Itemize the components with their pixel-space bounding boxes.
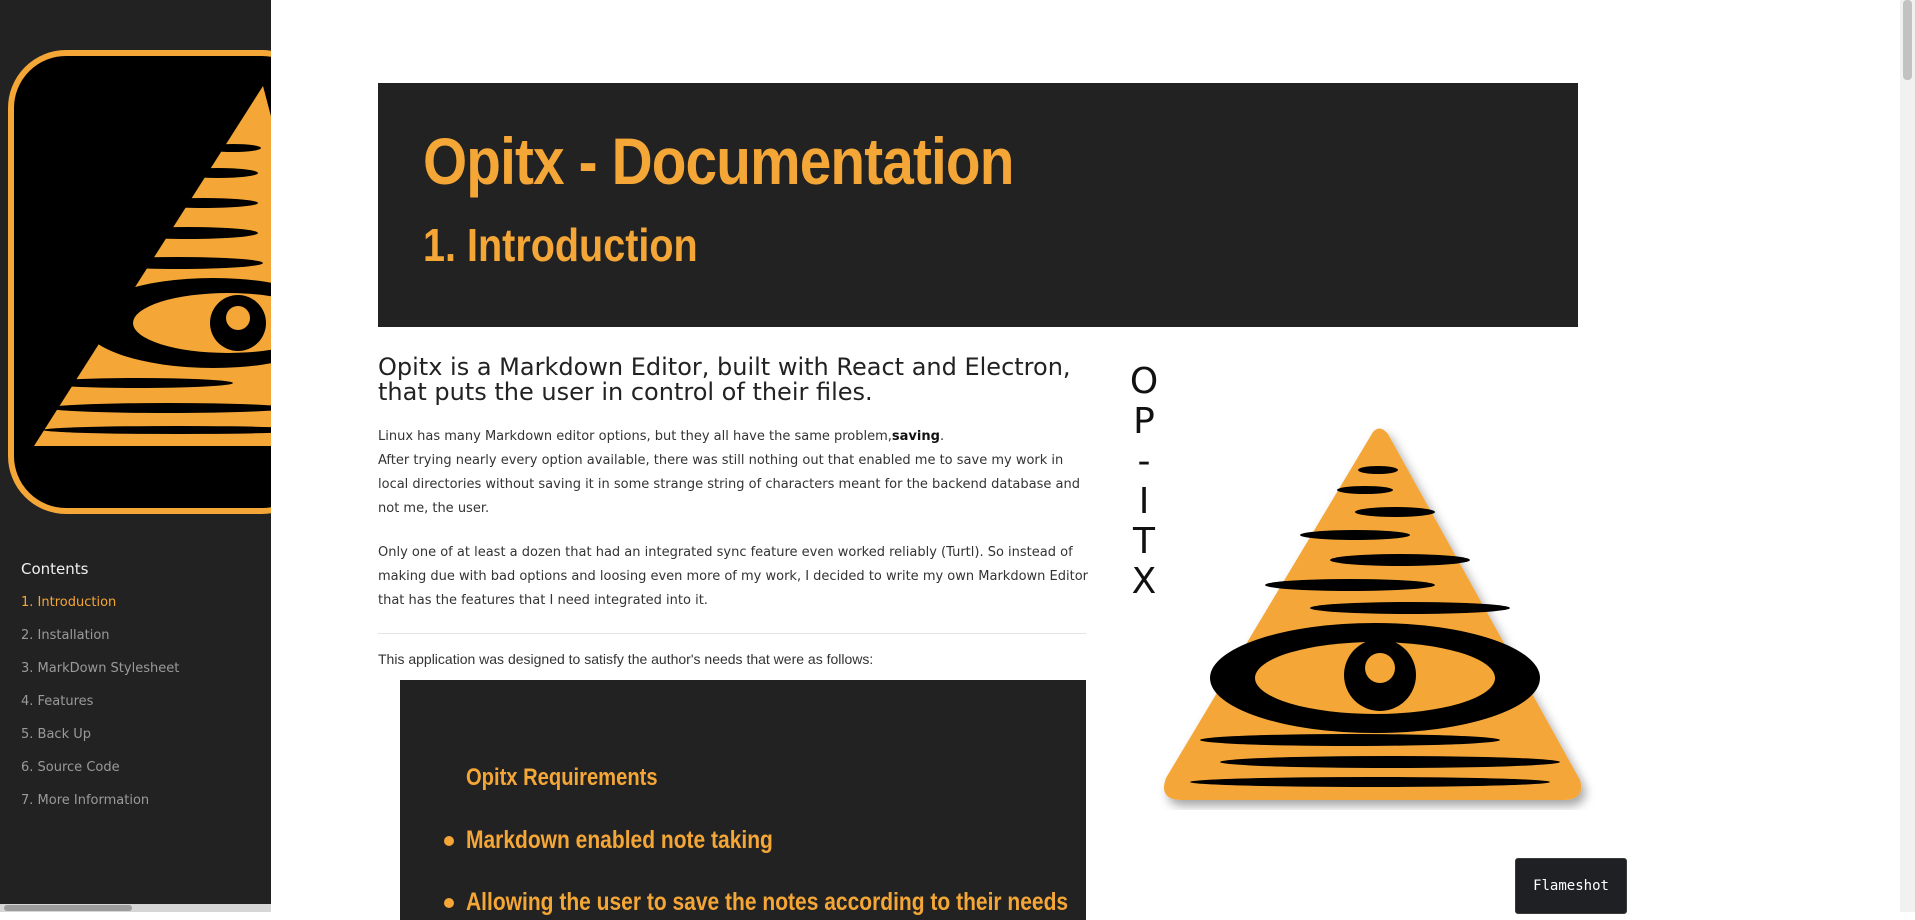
toc-item-features[interactable]: 4. Features bbox=[21, 693, 179, 726]
requirement-text: Markdown enabled note taking bbox=[466, 826, 773, 854]
page-title: Opitx - Documentation bbox=[423, 124, 1014, 198]
list-item: Markdown enabled note taking bbox=[444, 826, 1086, 888]
vertical-letter: O bbox=[1129, 361, 1159, 402]
toc-item-markdown-stylesheet[interactable]: 3. MarkDown Stylesheet bbox=[21, 660, 179, 693]
lead-text: Opitx is a Markdown Editor, built with R… bbox=[378, 353, 1071, 406]
requirements-list: Markdown enabled note taking Allowing th… bbox=[444, 826, 1086, 920]
intro-text: Linux has many Markdown editor options, … bbox=[378, 429, 892, 444]
toc-item-source-code[interactable]: 6. Source Code bbox=[21, 759, 179, 792]
bullet-icon bbox=[444, 836, 454, 846]
toc-item-more-information[interactable]: 7. More Information bbox=[21, 792, 179, 825]
sidebar: Contents 1. Introduction 2. Installation… bbox=[0, 0, 271, 912]
requirements-box: Opitx Requirements Markdown enabled note… bbox=[400, 680, 1086, 920]
toc-item-introduction[interactable]: 1. Introduction bbox=[21, 594, 179, 627]
requirements-title: Opitx Requirements bbox=[466, 764, 658, 791]
sidebar-logo bbox=[8, 50, 271, 514]
requirement-text: Allowing the user to save the notes acco… bbox=[466, 888, 1069, 916]
toc-item-installation[interactable]: 2. Installation bbox=[21, 627, 179, 660]
scrollbar-thumb[interactable] bbox=[1903, 0, 1912, 80]
section-title: 1. Introduction bbox=[423, 219, 698, 271]
sidebar-horizontal-scrollbar[interactable] bbox=[0, 904, 271, 912]
page-header: Opitx - Documentation 1. Introduction bbox=[378, 83, 1578, 327]
list-item: Allowing the user to save the notes acco… bbox=[444, 888, 1086, 920]
toc-list: 1. Introduction 2. Installation 3. MarkD… bbox=[21, 594, 179, 825]
intro-paragraph: Linux has many Markdown editor options, … bbox=[378, 425, 1088, 521]
eye-triangle-image bbox=[1164, 428, 1582, 800]
eye-triangle-logo bbox=[34, 86, 271, 446]
flameshot-button[interactable]: Flameshot bbox=[1515, 858, 1627, 914]
bullet-icon bbox=[444, 898, 454, 908]
scrollbar-thumb[interactable] bbox=[4, 905, 132, 911]
divider bbox=[378, 633, 1086, 634]
intro-period: . bbox=[939, 429, 945, 444]
intro-bold-saving: saving bbox=[891, 429, 940, 444]
needs-intro: This application was designed to satisfy… bbox=[378, 651, 874, 667]
contents-title: Contents bbox=[21, 560, 89, 578]
toc-item-back-up[interactable]: 5. Back Up bbox=[21, 726, 179, 759]
intro-text-line2: After trying nearly every option availab… bbox=[378, 453, 1080, 516]
vertical-scrollbar[interactable] bbox=[1900, 0, 1915, 912]
sync-paragraph: Only one of at least a dozen that had an… bbox=[378, 545, 1088, 608]
